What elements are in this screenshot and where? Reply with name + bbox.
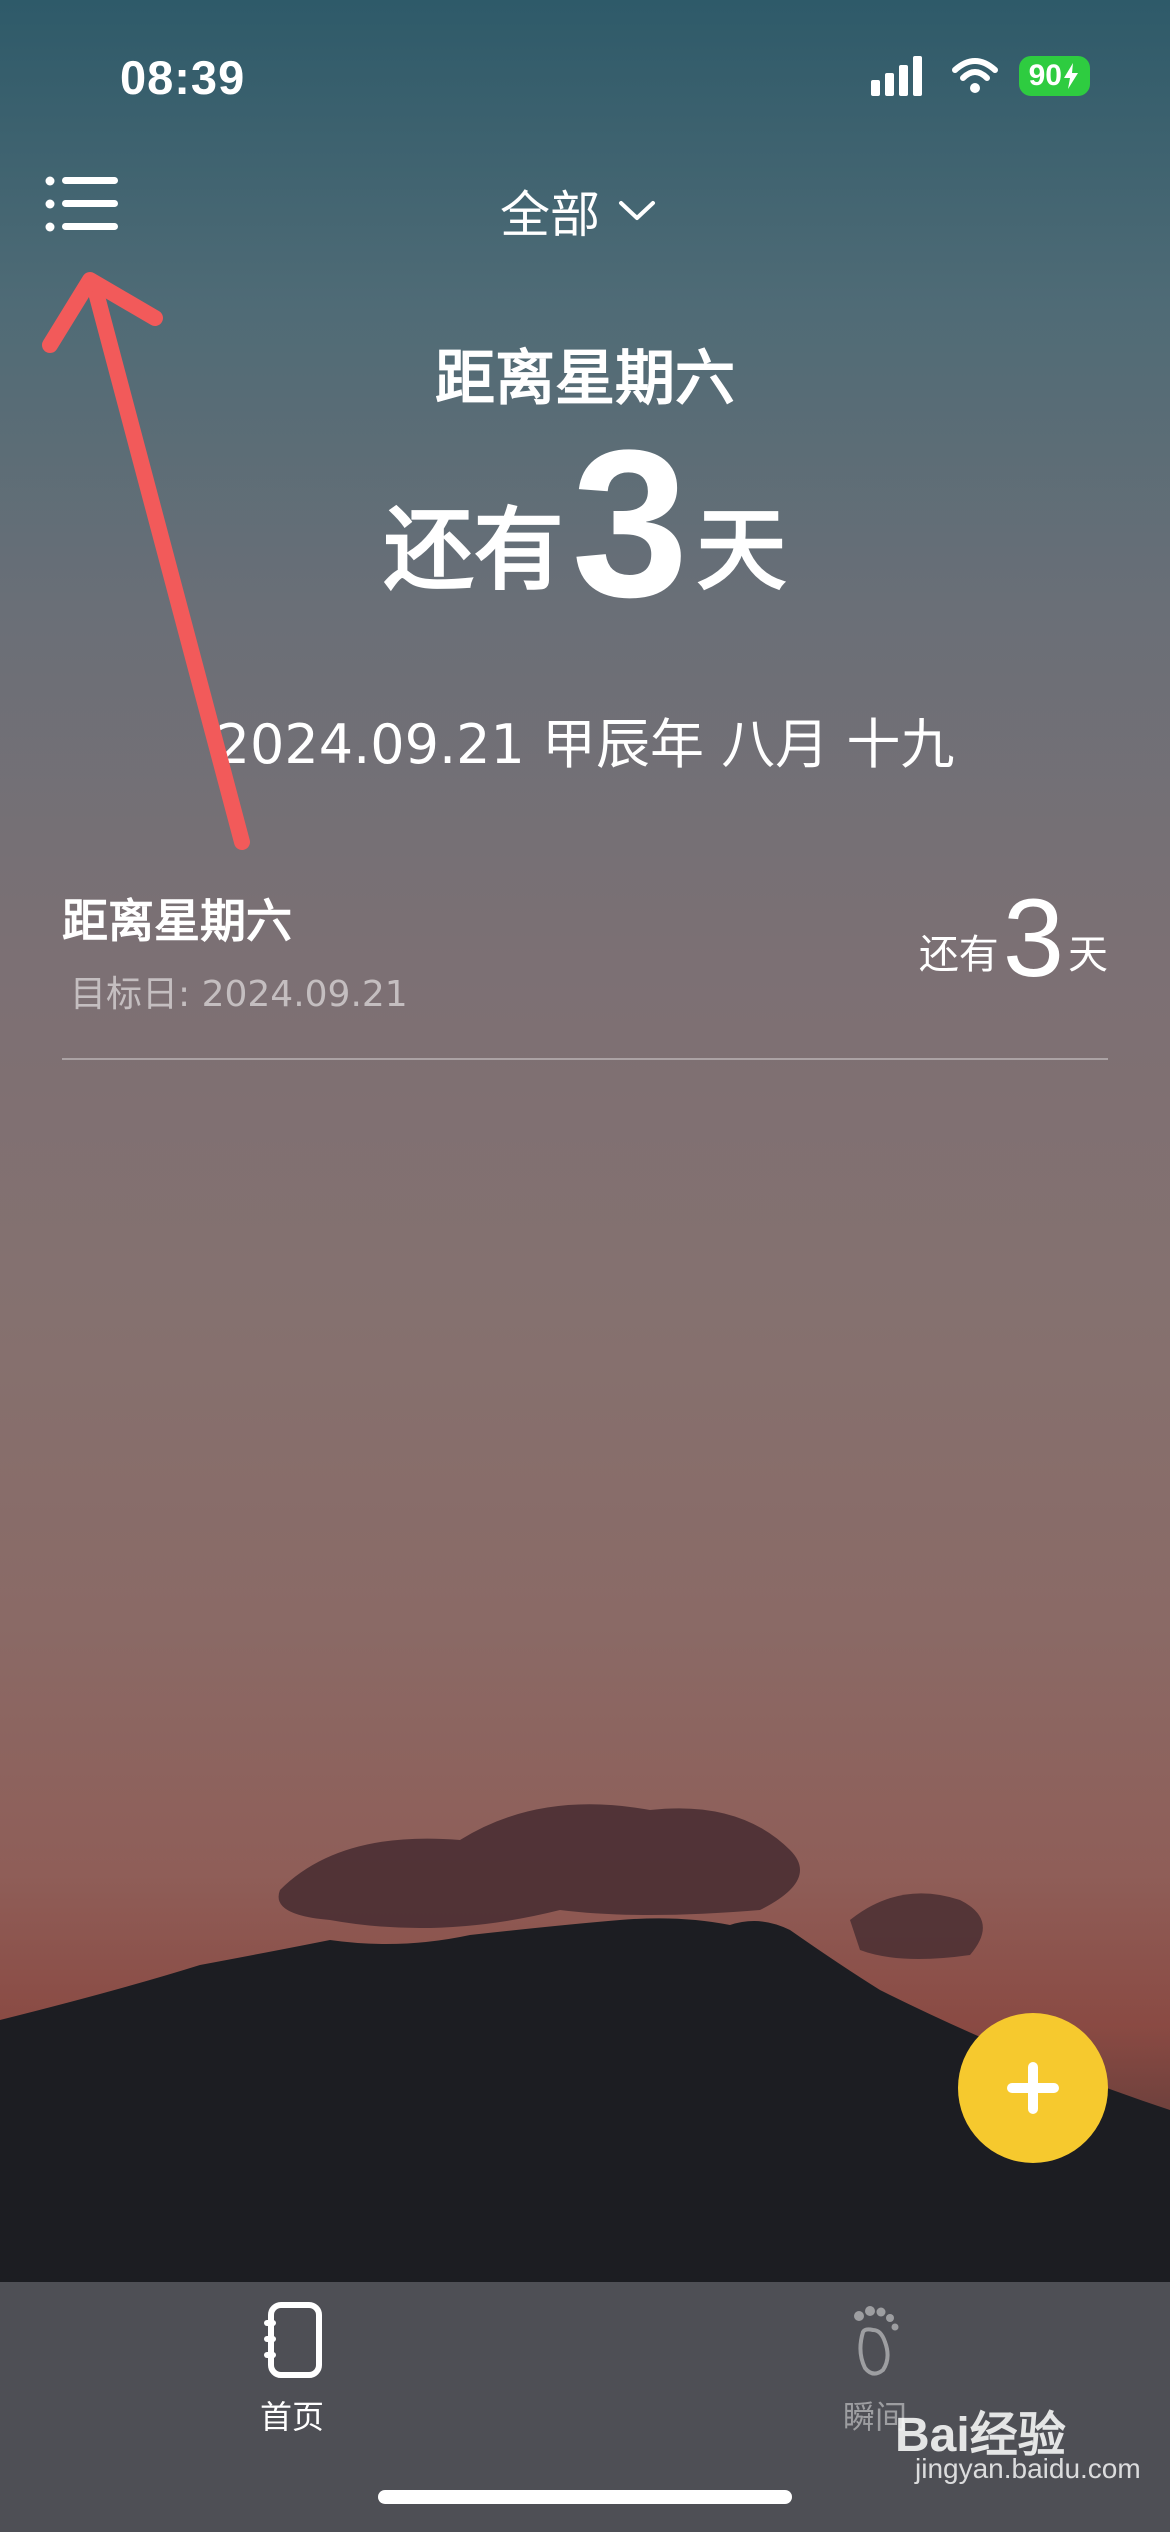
status-icons: 90 (870, 56, 1090, 96)
menu-button[interactable] (45, 175, 120, 235)
hero-event-title: 距离星期六 (435, 344, 735, 414)
item-count-value: 3 (1002, 877, 1064, 1000)
footprint-icon (854, 2306, 899, 2376)
hero-count-value: 3 (571, 406, 689, 641)
category-filter-dropdown[interactable]: 全部 (500, 175, 656, 247)
screen: 08:39 90 全部 距离星期六 还有 3 天 2024.09.21 甲辰年 … (0, 0, 1170, 2532)
item-count-prefix: 还有 (918, 932, 999, 978)
tab-home[interactable]: 首页 (212, 2302, 372, 2438)
charging-bolt-icon (1064, 63, 1078, 89)
hero-count-prefix: 还有 (383, 498, 564, 603)
item-target-date: 目标日: 2024.09.21 (70, 974, 408, 1015)
hero-countdown: 还有 3 天 (0, 406, 1170, 641)
item-countdown: 还有 3 天 (918, 877, 1108, 1000)
baidu-watermark: Bai经验 jingyan.baidu.com (895, 2395, 1141, 2484)
list-menu-icon (45, 176, 118, 232)
filter-label: 全部 (500, 186, 600, 244)
battery-indicator: 90 (1018, 56, 1090, 96)
watermark-url: jingyan.baidu.com (915, 2453, 1141, 2484)
signal-icon (870, 56, 922, 96)
hero-date-line: 2024.09.21 甲辰年 八月 十九 (215, 713, 955, 776)
item-title: 距离星期六 (62, 894, 292, 948)
add-event-button[interactable] (958, 2013, 1108, 2163)
item-count-suffix: 天 (1068, 932, 1108, 978)
chevron-down-icon (619, 201, 655, 220)
hero-count-suffix: 天 (696, 498, 787, 603)
notebook-icon (264, 2302, 322, 2378)
battery-level: 90 (1028, 59, 1062, 92)
status-time: 08:39 (120, 51, 246, 104)
home-indicator[interactable] (378, 2490, 792, 2504)
tab-home-label: 首页 (259, 2398, 324, 2436)
list-item[interactable]: 距离星期六 目标日: 2024.09.21 还有 3 天 (62, 875, 1108, 1060)
plus-icon (1007, 2062, 1059, 2114)
wifi-icon (951, 58, 998, 93)
mountain-background (0, 1804, 1170, 2290)
